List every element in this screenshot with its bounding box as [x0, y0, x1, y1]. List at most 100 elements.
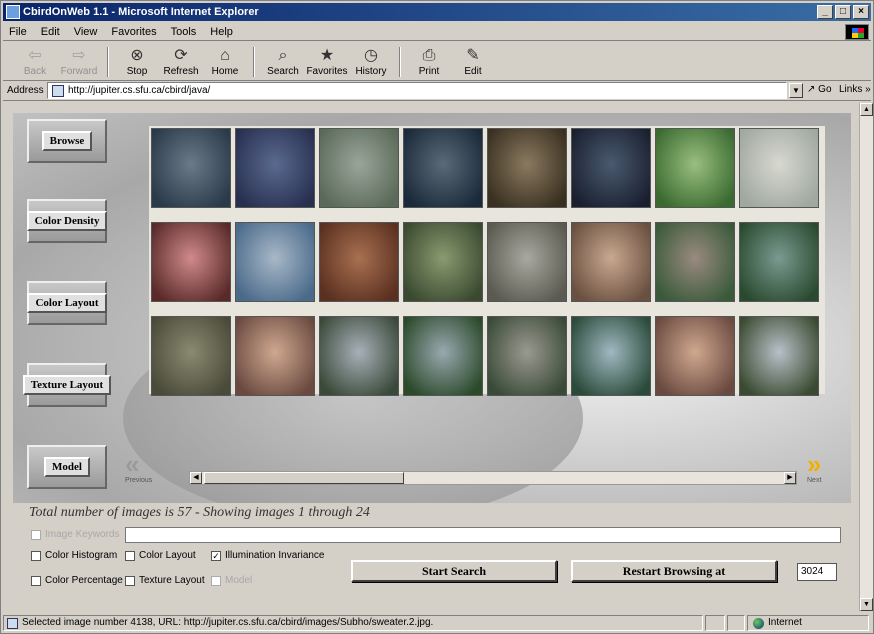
address-input[interactable]: http://jupiter.cs.sfu.ca/cbird/java/ — [47, 82, 787, 99]
image-thumbnail[interactable] — [655, 222, 735, 302]
color-histogram-label: Color Histogram — [45, 550, 118, 561]
menu-tools[interactable]: Tools — [171, 26, 197, 38]
links-button[interactable]: Links » — [839, 84, 871, 95]
image-thumbnail[interactable] — [235, 222, 315, 302]
vertical-scrollbar[interactable]: ▲ ▼ — [859, 103, 873, 611]
model-checkbox[interactable]: Model — [211, 575, 252, 586]
horizontal-scrollbar[interactable]: ◀ ▶ — [189, 471, 797, 485]
edit-button[interactable]: ✎ Edit — [451, 44, 495, 80]
security-zone: Internet — [747, 615, 869, 631]
image-thumbnail[interactable] — [235, 128, 315, 208]
texture-layout-button[interactable]: Texture Layout — [22, 363, 112, 407]
image-thumbnail[interactable] — [319, 316, 399, 396]
page-content: Browse Color Density Color Layout Textur… — [3, 103, 859, 611]
forward-arrow-icon: ⇨ — [72, 47, 86, 64]
address-url: http://jupiter.cs.sfu.ca/cbird/java/ — [68, 85, 211, 96]
image-thumbnail[interactable] — [571, 222, 651, 302]
checkbox-box[interactable] — [125, 550, 135, 561]
image-thumbnail[interactable] — [571, 316, 651, 396]
image-thumbnail[interactable] — [739, 316, 819, 396]
image-thumbnail[interactable] — [151, 316, 231, 396]
refresh-button[interactable]: ⟳ Refresh — [159, 44, 203, 80]
image-thumbnail[interactable] — [487, 316, 567, 396]
image-keywords-checkbox[interactable]: Image Keywords — [31, 529, 119, 540]
image-thumbnail[interactable] — [403, 128, 483, 208]
color-layout-checkbox[interactable]: Color Layout — [125, 550, 196, 561]
checkbox-box[interactable]: ✓ — [211, 550, 221, 561]
forward-label: Forward — [60, 66, 98, 77]
query-mode-panel: Browse Color Density Color Layout Textur… — [13, 113, 121, 503]
favorites-button[interactable]: ★ Favorites — [305, 44, 349, 80]
browse-button[interactable]: Browse — [27, 119, 107, 163]
image-thumbnail[interactable] — [151, 128, 231, 208]
maximize-button[interactable]: □ — [835, 5, 851, 19]
scrollbar-thumb[interactable] — [204, 472, 404, 484]
checkbox-box[interactable] — [31, 575, 41, 586]
scroll-down-arrow-icon[interactable]: ▼ — [860, 598, 873, 611]
image-thumbnail[interactable] — [319, 128, 399, 208]
browse-label: Browse — [41, 131, 93, 151]
search-button[interactable]: ⌕ Search — [261, 44, 305, 80]
restart-image-number-input[interactable]: 3024 — [797, 563, 837, 581]
checkbox-box[interactable] — [31, 529, 41, 540]
address-bar: Address http://jupiter.cs.sfu.ca/cbird/j… — [3, 81, 871, 101]
image-thumbnail[interactable] — [739, 128, 819, 208]
menu-help[interactable]: Help — [210, 26, 233, 38]
image-thumbnail[interactable] — [403, 316, 483, 396]
image-keywords-input[interactable] — [125, 527, 841, 543]
favorites-label: Favorites — [306, 66, 348, 77]
image-thumbnail[interactable] — [487, 222, 567, 302]
close-button[interactable]: × — [853, 5, 869, 19]
color-density-button[interactable]: Color Density — [26, 199, 108, 243]
color-layout-button[interactable]: Color Layout — [27, 281, 107, 325]
restart-browsing-button[interactable]: Restart Browsing at — [571, 560, 777, 582]
checkbox-box[interactable] — [125, 575, 135, 586]
home-button[interactable]: ⌂ Home — [203, 44, 247, 80]
image-thumbnail[interactable] — [235, 316, 315, 396]
checkbox-box[interactable] — [211, 575, 221, 586]
previous-button[interactable]: «Previous — [125, 451, 152, 485]
minimize-button[interactable]: _ — [817, 5, 833, 19]
toolbar-separator — [107, 47, 109, 77]
image-thumbnail[interactable] — [319, 222, 399, 302]
texture-layout-label: Texture Layout — [22, 375, 112, 395]
stop-button[interactable]: ⊗ Stop — [115, 44, 159, 80]
checkbox-box[interactable] — [31, 550, 41, 561]
image-thumbnail[interactable] — [151, 222, 231, 302]
home-icon: ⌂ — [220, 47, 230, 64]
texture-layout-checkbox[interactable]: Texture Layout — [125, 575, 205, 586]
refresh-icon: ⟳ — [174, 47, 188, 64]
scroll-up-arrow-icon[interactable]: ▲ — [860, 103, 873, 116]
toolbar-separator — [253, 47, 255, 77]
model-button[interactable]: Model — [27, 445, 107, 489]
address-dropdown-button[interactable]: ▼ — [789, 83, 803, 98]
forward-button[interactable]: ⇨ Forward — [57, 44, 101, 80]
next-label: Next — [807, 477, 822, 484]
edit-icon: ✎ — [466, 47, 480, 64]
cbird-applet: Browse Color Density Color Layout Textur… — [13, 113, 851, 503]
menu-edit[interactable]: Edit — [41, 26, 60, 38]
print-label: Print — [418, 66, 440, 77]
scroll-right-arrow-icon[interactable]: ▶ — [784, 472, 796, 484]
print-button[interactable]: ⎙ Print — [407, 44, 451, 80]
image-thumbnail[interactable] — [655, 316, 735, 396]
color-percentage-checkbox[interactable]: Color Percentage — [31, 575, 123, 586]
internet-globe-icon — [753, 618, 764, 629]
history-button[interactable]: ◷ History — [349, 44, 393, 80]
image-thumbnail[interactable] — [571, 128, 651, 208]
back-button[interactable]: ⇦ Back — [13, 44, 57, 80]
go-button[interactable]: ↗ Go — [807, 84, 832, 95]
image-thumbnail[interactable] — [655, 128, 735, 208]
next-button[interactable]: » Next — [807, 451, 821, 485]
menu-favorites[interactable]: Favorites — [111, 26, 156, 38]
image-thumbnail[interactable] — [403, 222, 483, 302]
scroll-left-arrow-icon[interactable]: ◀ — [190, 472, 202, 484]
image-thumbnail[interactable] — [739, 222, 819, 302]
illumination-invariance-checkbox[interactable]: ✓ Illumination Invariance — [211, 550, 325, 561]
start-search-button[interactable]: Start Search — [351, 560, 557, 582]
menu-file[interactable]: File — [9, 26, 27, 38]
image-thumbnail[interactable] — [487, 128, 567, 208]
color-histogram-checkbox[interactable]: Color Histogram — [31, 550, 117, 561]
menu-view[interactable]: View — [74, 26, 98, 38]
stop-icon: ⊗ — [130, 47, 144, 64]
